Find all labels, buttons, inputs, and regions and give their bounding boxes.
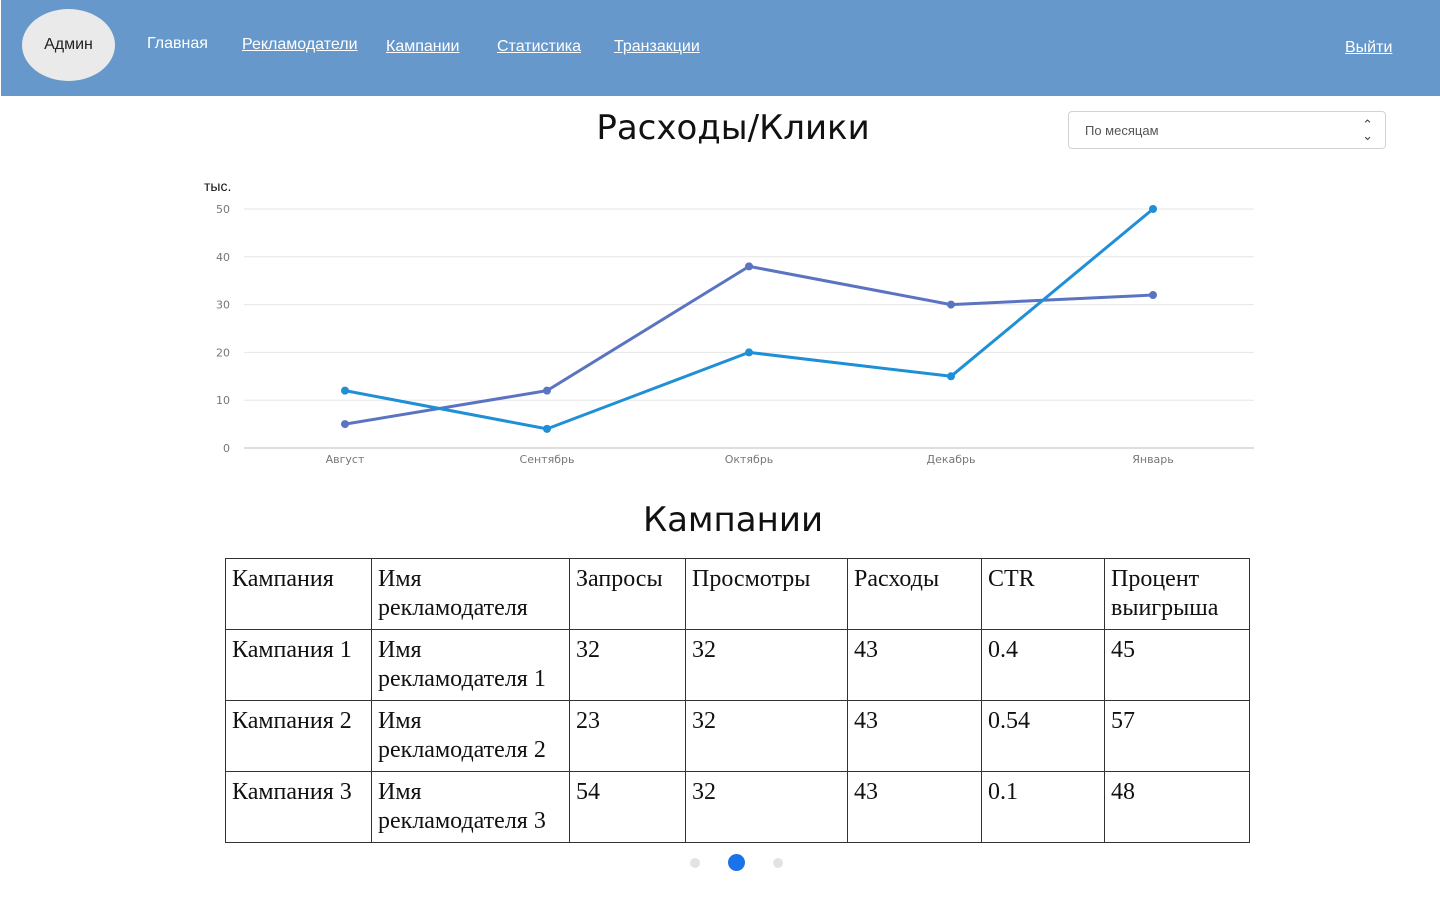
column-header-win-rate: Процент выигрыша (1104, 558, 1250, 630)
cell-expenses: 43 (847, 771, 982, 843)
cell-requests: 54 (569, 771, 686, 843)
period-select[interactable]: По месяцам ⌃ ⌄ (1068, 111, 1386, 149)
table-row[interactable]: Кампания 3 Имя рекламодателя 3 54 32 43 … (225, 771, 1250, 843)
data-point (1149, 291, 1157, 300)
x-tick-label: Декабрь (927, 453, 976, 466)
pagination-dot-active[interactable] (727, 854, 745, 871)
data-point (947, 300, 955, 309)
table-row[interactable]: Кампания 1 Имя рекламодателя 1 32 32 43 … (225, 629, 1250, 701)
table-header-row: Кампания Имя рекламодателя Запросы Просм… (225, 558, 1250, 630)
data-point (341, 420, 349, 429)
cell-views: 32 (685, 771, 848, 843)
table-row[interactable]: Кампания 2 Имя рекламодателя 2 23 32 43 … (225, 700, 1250, 772)
top-navigation-bar: Админ Главная Рекламодатели Кампании Ста… (1, 0, 1440, 96)
nav-link-home[interactable]: Главная (147, 35, 208, 53)
cell-campaign: Кампания 2 (225, 700, 372, 772)
y-tick-label: 40 (216, 251, 230, 264)
y-tick-label: 30 (216, 299, 230, 312)
data-point (947, 372, 955, 381)
y-tick-label: 50 (216, 203, 230, 216)
data-point (341, 386, 349, 395)
nav-link-transactions[interactable]: Транзакции (614, 38, 700, 56)
campaigns-table: Кампания Имя рекламодателя Запросы Просм… (225, 558, 1250, 843)
campaigns-section-title: Кампании (642, 500, 824, 540)
cell-advertiser: Имя рекламодателя 3 (371, 771, 570, 843)
cell-ctr: 0.1 (981, 771, 1105, 843)
y-tick-label: 0 (223, 442, 230, 455)
nav-link-statistics[interactable]: Статистика (497, 38, 581, 56)
logout-link[interactable]: Выйти (1345, 39, 1392, 57)
column-header-ctr: CTR (981, 558, 1105, 630)
data-point (745, 348, 753, 357)
cell-win-rate: 57 (1104, 700, 1250, 772)
user-avatar[interactable]: Админ (22, 9, 115, 81)
nav-link-advertisers[interactable]: Рекламодатели (242, 36, 358, 54)
cell-views: 32 (685, 629, 848, 701)
user-label: Админ (44, 36, 93, 53)
data-point (1149, 205, 1157, 213)
y-axis-unit-label: тыс. (204, 178, 231, 194)
cell-win-rate: 45 (1104, 629, 1250, 701)
y-tick-label: 20 (216, 346, 230, 359)
pagination-dot[interactable] (689, 857, 700, 868)
pagination-dots (0, 854, 1440, 871)
x-tick-label: Январь (1132, 453, 1174, 466)
cell-campaign: Кампания 1 (225, 629, 372, 701)
cell-ctr: 0.4 (981, 629, 1105, 701)
x-tick-label: Октябрь (725, 453, 774, 466)
column-header-expenses: Расходы (847, 558, 982, 630)
column-header-advertiser: Имя рекламодателя (371, 558, 570, 630)
column-header-campaign: Кампания (225, 558, 372, 630)
data-point (543, 386, 551, 395)
chart-gridlines (244, 208, 1254, 449)
cell-ctr: 0.54 (981, 700, 1105, 772)
cell-win-rate: 48 (1104, 771, 1250, 843)
cell-campaign: Кампания 3 (225, 771, 372, 843)
chart-series (341, 205, 1157, 433)
cell-advertiser: Имя рекламодателя 2 (371, 700, 570, 772)
x-axis-ticks: Август Сентябрь Октябрь Декабрь Январь (326, 453, 1174, 466)
column-header-views: Просмотры (685, 558, 848, 630)
series-line-2 (344, 207, 1154, 431)
up-down-chevron-icon: ⌃ ⌄ (1362, 117, 1373, 143)
column-header-requests: Запросы (569, 558, 686, 630)
cell-advertiser: Имя рекламодателя 1 (371, 629, 570, 701)
data-point (745, 262, 753, 271)
y-axis-ticks: 0 10 20 30 40 50 (216, 203, 230, 455)
x-tick-label: Август (326, 453, 365, 466)
cell-views: 32 (685, 700, 848, 772)
pagination-dot[interactable] (772, 857, 783, 868)
y-tick-label: 10 (216, 394, 230, 407)
cell-requests: 32 (569, 629, 686, 701)
cell-expenses: 43 (847, 700, 982, 772)
expenses-clicks-line-chart: тыс. 0 10 20 30 40 50 Август Сентябрь Октябрь Де… (204, 178, 1254, 466)
data-point (543, 424, 551, 433)
nav-link-campaigns[interactable]: Кампании (386, 38, 460, 56)
x-tick-label: Сентябрь (520, 453, 575, 466)
cell-requests: 23 (569, 700, 686, 772)
period-select-value: По месяцам (1085, 123, 1159, 138)
cell-expenses: 43 (847, 629, 982, 701)
